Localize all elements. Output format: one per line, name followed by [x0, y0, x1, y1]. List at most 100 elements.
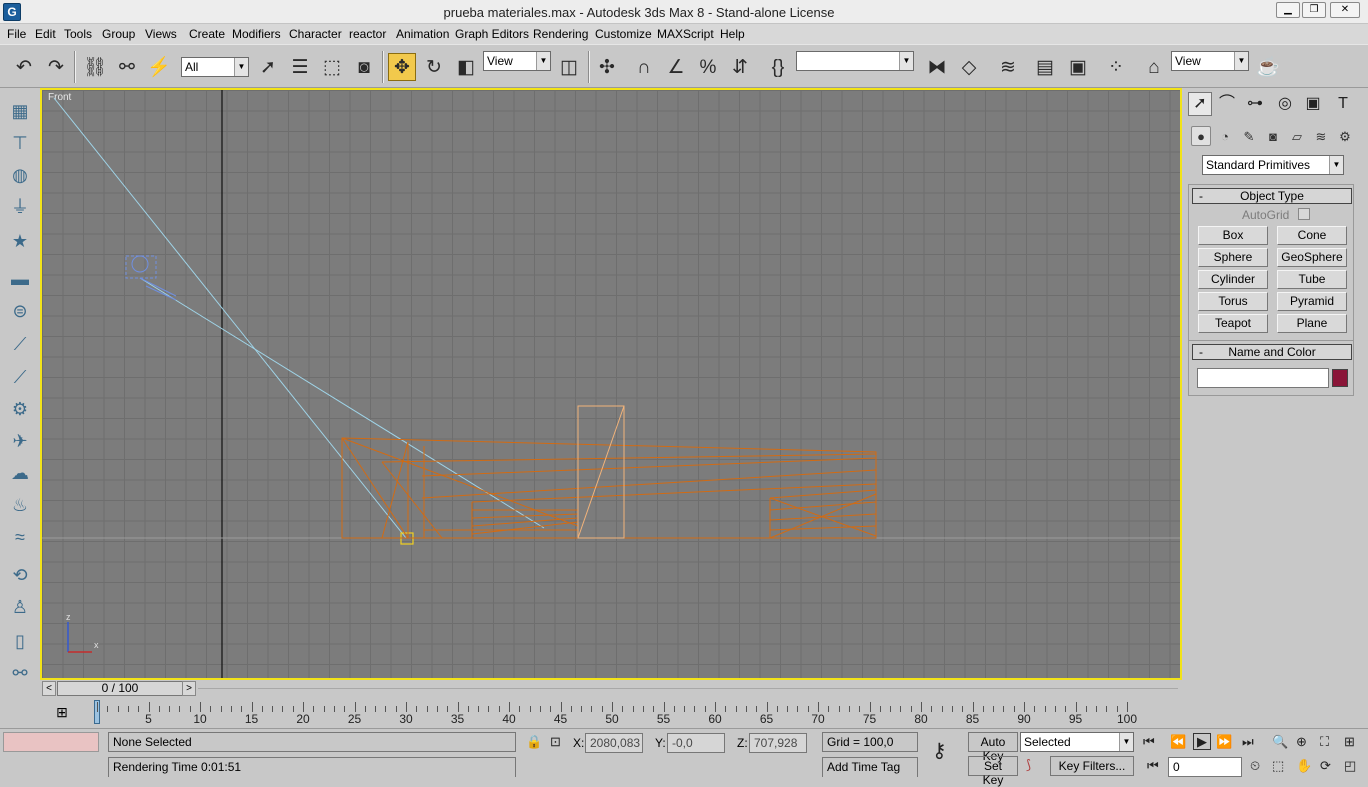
- mirror-icon[interactable]: ⧓: [923, 53, 951, 81]
- water-icon[interactable]: ♨: [7, 492, 33, 518]
- restore-button[interactable]: ❐: [1302, 2, 1326, 18]
- snap-3d-icon[interactable]: ∩: [630, 53, 658, 81]
- geosphere-button[interactable]: GeoSphere: [1277, 248, 1347, 267]
- systems-icon[interactable]: ⚙: [1335, 126, 1355, 146]
- undo-icon[interactable]: ↶: [10, 53, 38, 81]
- lock-selection-icon[interactable]: 🔒: [526, 735, 542, 748]
- pan-icon[interactable]: ✋: [1296, 759, 1312, 772]
- add-time-tag-button[interactable]: Add Time Tag: [822, 757, 918, 777]
- named-selection-dropdown[interactable]: ▼: [796, 51, 914, 71]
- select-and-move-icon[interactable]: ✥: [388, 53, 416, 81]
- name-color-header[interactable]: - Name and Color: [1192, 344, 1352, 360]
- display-tab-icon[interactable]: ▣: [1301, 92, 1325, 116]
- lights-icon[interactable]: ✎: [1239, 126, 1259, 146]
- motor-icon[interactable]: ⟋: [7, 364, 33, 390]
- maxscript-listener-mini[interactable]: [3, 732, 99, 752]
- render-view-dropdown[interactable]: View ▼: [1171, 51, 1249, 71]
- quick-render-teapot-icon[interactable]: ☕: [1254, 53, 1282, 81]
- fracture-icon[interactable]: ☁: [7, 460, 33, 486]
- zoom-icon[interactable]: 🔍: [1272, 735, 1288, 748]
- deforming-mesh-icon[interactable]: ★: [7, 228, 33, 254]
- next-frame-button[interactable]: >: [182, 681, 196, 696]
- box-button[interactable]: Box: [1198, 226, 1268, 245]
- y-coordinate-field[interactable]: -0,0: [667, 733, 725, 753]
- pyramid-button[interactable]: Pyramid: [1277, 292, 1347, 311]
- rope-collection-icon[interactable]: ⏚: [7, 194, 33, 220]
- menu-customize[interactable]: Customize: [595, 27, 652, 41]
- ragdoll-icon[interactable]: ♙: [7, 594, 33, 620]
- soft-body-collection-icon[interactable]: ◍: [7, 162, 33, 188]
- dashpot-icon[interactable]: ⟋: [7, 331, 33, 357]
- zoom-extents-icon[interactable]: ⛶: [1320, 735, 1329, 748]
- previous-frame-icon[interactable]: ⏪: [1170, 735, 1186, 748]
- go-to-end-icon[interactable]: ⏭: [1242, 735, 1254, 748]
- shapes-icon[interactable]: ◔: [1215, 126, 1235, 146]
- waves-icon[interactable]: ≈: [7, 524, 33, 550]
- frame-display[interactable]: 0 / 100: [57, 681, 183, 696]
- set-key-key-icon[interactable]: ⚷: [932, 741, 947, 761]
- play-icon[interactable]: ▶: [1193, 733, 1211, 750]
- menu-rendering[interactable]: Rendering: [533, 27, 588, 41]
- cone-button[interactable]: Cone: [1277, 226, 1347, 245]
- schematic-view-icon[interactable]: ▣: [1064, 53, 1092, 81]
- z-coordinate-field[interactable]: 707,928: [749, 733, 807, 753]
- cylinder-button[interactable]: Cylinder: [1198, 270, 1268, 289]
- angle-snap-icon[interactable]: ∠: [662, 53, 690, 81]
- geometry-icon[interactable]: ●: [1191, 126, 1211, 146]
- percent-snap-icon[interactable]: %: [694, 53, 722, 81]
- ref-coord-dropdown[interactable]: View ▼: [483, 51, 551, 71]
- edit-named-selection-icon[interactable]: {}: [764, 53, 792, 81]
- auto-key-button[interactable]: Auto Key: [968, 732, 1018, 763]
- zoom-all-icon[interactable]: ⊕: [1296, 735, 1307, 748]
- constraint-solver-icon[interactable]: ⟲: [7, 562, 33, 588]
- bind-space-warp-icon[interactable]: ⚡: [145, 53, 173, 81]
- select-and-rotate-icon[interactable]: ↻: [420, 53, 448, 81]
- layer-manager-icon[interactable]: ≋: [994, 53, 1022, 81]
- object-name-input[interactable]: [1197, 368, 1329, 388]
- motion-tab-icon[interactable]: ◎: [1273, 92, 1297, 116]
- rectangular-selection-icon[interactable]: ⬚: [318, 53, 346, 81]
- minimize-button[interactable]: ▁: [1276, 2, 1300, 18]
- space-warps-icon[interactable]: ≋: [1311, 126, 1331, 146]
- front-viewport[interactable]: Front z x: [40, 88, 1182, 680]
- menu-help[interactable]: Help: [720, 27, 745, 41]
- menu-file[interactable]: File: [7, 27, 26, 41]
- select-object-icon[interactable]: ➚: [254, 53, 282, 81]
- teapot-button[interactable]: Teapot: [1198, 314, 1268, 333]
- arc-rotate-icon[interactable]: ⟳: [1320, 759, 1331, 772]
- menu-create[interactable]: Create: [189, 27, 225, 41]
- point-to-point-icon[interactable]: ⚯: [7, 660, 33, 686]
- key-mode-dropdown[interactable]: Selected ▼: [1020, 732, 1134, 752]
- curve-editor-icon[interactable]: ▤: [1031, 53, 1059, 81]
- time-configuration-icon[interactable]: ⏲: [1250, 759, 1260, 772]
- selection-filter-dropdown[interactable]: All ▼: [181, 57, 249, 77]
- prev-frame-button[interactable]: <: [42, 681, 56, 696]
- menu-group[interactable]: Group: [102, 27, 135, 41]
- material-editor-icon[interactable]: ⁘: [1102, 53, 1130, 81]
- pivot-center-icon[interactable]: ◫: [555, 53, 583, 81]
- select-and-manipulate-icon[interactable]: ✣: [593, 53, 621, 81]
- torus-button[interactable]: Torus: [1198, 292, 1268, 311]
- maximize-viewport-icon[interactable]: ◰: [1344, 759, 1356, 772]
- menu-reactor[interactable]: reactor: [349, 27, 386, 41]
- unlink-icon[interactable]: ⚯: [113, 53, 141, 81]
- hierarchy-tab-icon[interactable]: ⊶: [1243, 92, 1267, 116]
- toy-car-icon[interactable]: ✈: [7, 428, 33, 454]
- region-zoom-icon[interactable]: ⬚: [1272, 759, 1284, 772]
- rigid-body-collection-icon[interactable]: ▦: [7, 98, 33, 124]
- menu-modifiers[interactable]: Modifiers: [232, 27, 281, 41]
- set-key-button[interactable]: Set Key: [968, 756, 1018, 787]
- select-and-link-icon[interactable]: ⛓: [81, 53, 109, 81]
- absolute-mode-icon[interactable]: ⊡: [550, 735, 561, 748]
- autogrid-checkbox[interactable]: [1298, 208, 1310, 220]
- render-scene-icon[interactable]: ⌂: [1140, 53, 1168, 81]
- menu-edit[interactable]: Edit: [35, 27, 56, 41]
- x-coordinate-field[interactable]: 2080,083: [585, 733, 643, 753]
- menu-views[interactable]: Views: [145, 27, 177, 41]
- create-tab-arrow-icon[interactable]: ➚: [1188, 92, 1212, 116]
- select-by-name-icon[interactable]: ☰: [286, 53, 314, 81]
- time-slider[interactable]: < 0 / 100 >: [40, 680, 1182, 698]
- wind-icon[interactable]: ⚙: [7, 396, 33, 422]
- cloth-collection-icon[interactable]: ⊤: [7, 130, 33, 156]
- track-bar[interactable]: ⊞ 5 10 15 20 25 30 35 40 45 50 55 60 65 70 75 80 85 90 95 1…: [0, 698, 1184, 728]
